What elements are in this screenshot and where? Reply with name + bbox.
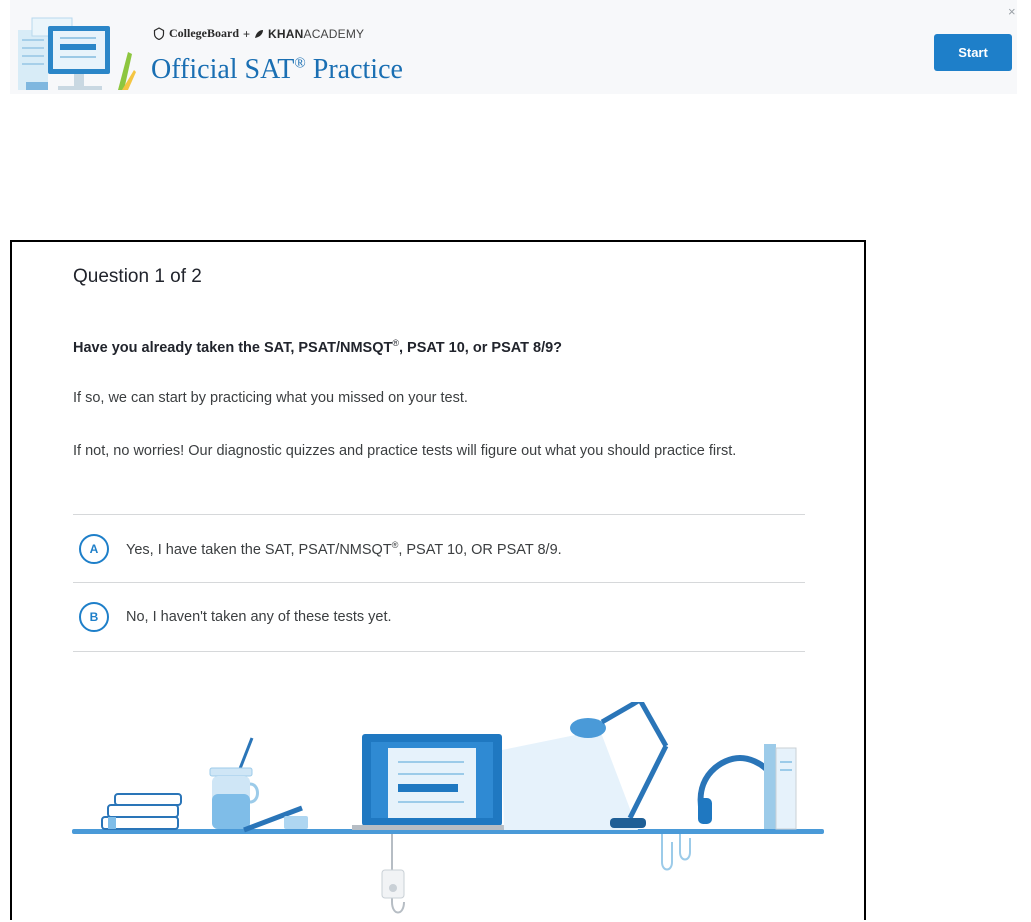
- desk-illustration: [72, 702, 824, 914]
- academy-wordmark: ACADEMY: [303, 26, 365, 41]
- collegeboard-wordmark: CollegeBoard: [169, 26, 239, 40]
- khan-wordmark: KHAN: [268, 26, 304, 41]
- choice-a-text: Yes, I have taken the SAT, PSAT/NMSQT®, …: [126, 540, 562, 558]
- khan-leaf-icon: [255, 29, 264, 38]
- question-prompt-main: Have you already taken the SAT, PSAT/NMS…: [73, 339, 393, 356]
- choice-a-text-pre: Yes, I have taken the SAT, PSAT/NMSQT: [126, 541, 392, 558]
- choice-letter-a: A: [79, 533, 109, 564]
- pencil-icon: [243, 805, 308, 833]
- question-counter: Question 1 of 2: [73, 266, 202, 287]
- close-icon[interactable]: ×: [1008, 4, 1016, 19]
- outlet-icon: [381, 834, 405, 914]
- question-paragraph-2: If not, no worries! Our diagnostic quizz…: [73, 443, 737, 459]
- brand-plus: +: [243, 26, 251, 41]
- choice-a-text-post: , PSAT 10, OR PSAT 8/9.: [398, 541, 562, 558]
- question-prompt-rest: , PSAT 10, or PSAT 8/9?: [399, 339, 563, 356]
- headphones-icon: [661, 754, 784, 871]
- question-prompt: Have you already taken the SAT, PSAT/NMS…: [73, 338, 562, 356]
- partner-brand-line: CollegeBoard + KHAN ACADEMY: [153, 26, 364, 41]
- bookends-icon: [764, 744, 797, 830]
- banner-title-suffix: Practice: [305, 54, 403, 85]
- choice-b-text: No, I haven't taken any of these tests y…: [126, 608, 392, 625]
- choice-letter-b: B: [79, 601, 109, 632]
- divider: [73, 651, 805, 652]
- start-button[interactable]: Start: [934, 34, 1012, 71]
- jar-icon: [209, 737, 259, 829]
- collegeboard-acorn-icon: [153, 27, 165, 40]
- choice-b[interactable]: B No, I haven't taken any of these tests…: [73, 583, 805, 650]
- sat-practice-banner: CollegeBoard + KHAN ACADEMY Official SAT®…: [10, 0, 1017, 94]
- banner-title: Official SAT® Practice: [151, 54, 403, 86]
- banner-illustration: [18, 17, 136, 90]
- choice-a[interactable]: A Yes, I have taken the SAT, PSAT/NMSQT®…: [73, 515, 805, 582]
- laptop-icon: [352, 734, 512, 830]
- books-icon: [101, 793, 182, 830]
- registered-mark: ®: [392, 338, 399, 348]
- registered-mark: ®: [294, 55, 306, 72]
- question-paragraph-1: If so, we can start by practicing what y…: [73, 390, 468, 406]
- question-card: Question 1 of 2 Have you already taken t…: [10, 240, 866, 920]
- banner-title-text: Official SAT: [151, 54, 295, 85]
